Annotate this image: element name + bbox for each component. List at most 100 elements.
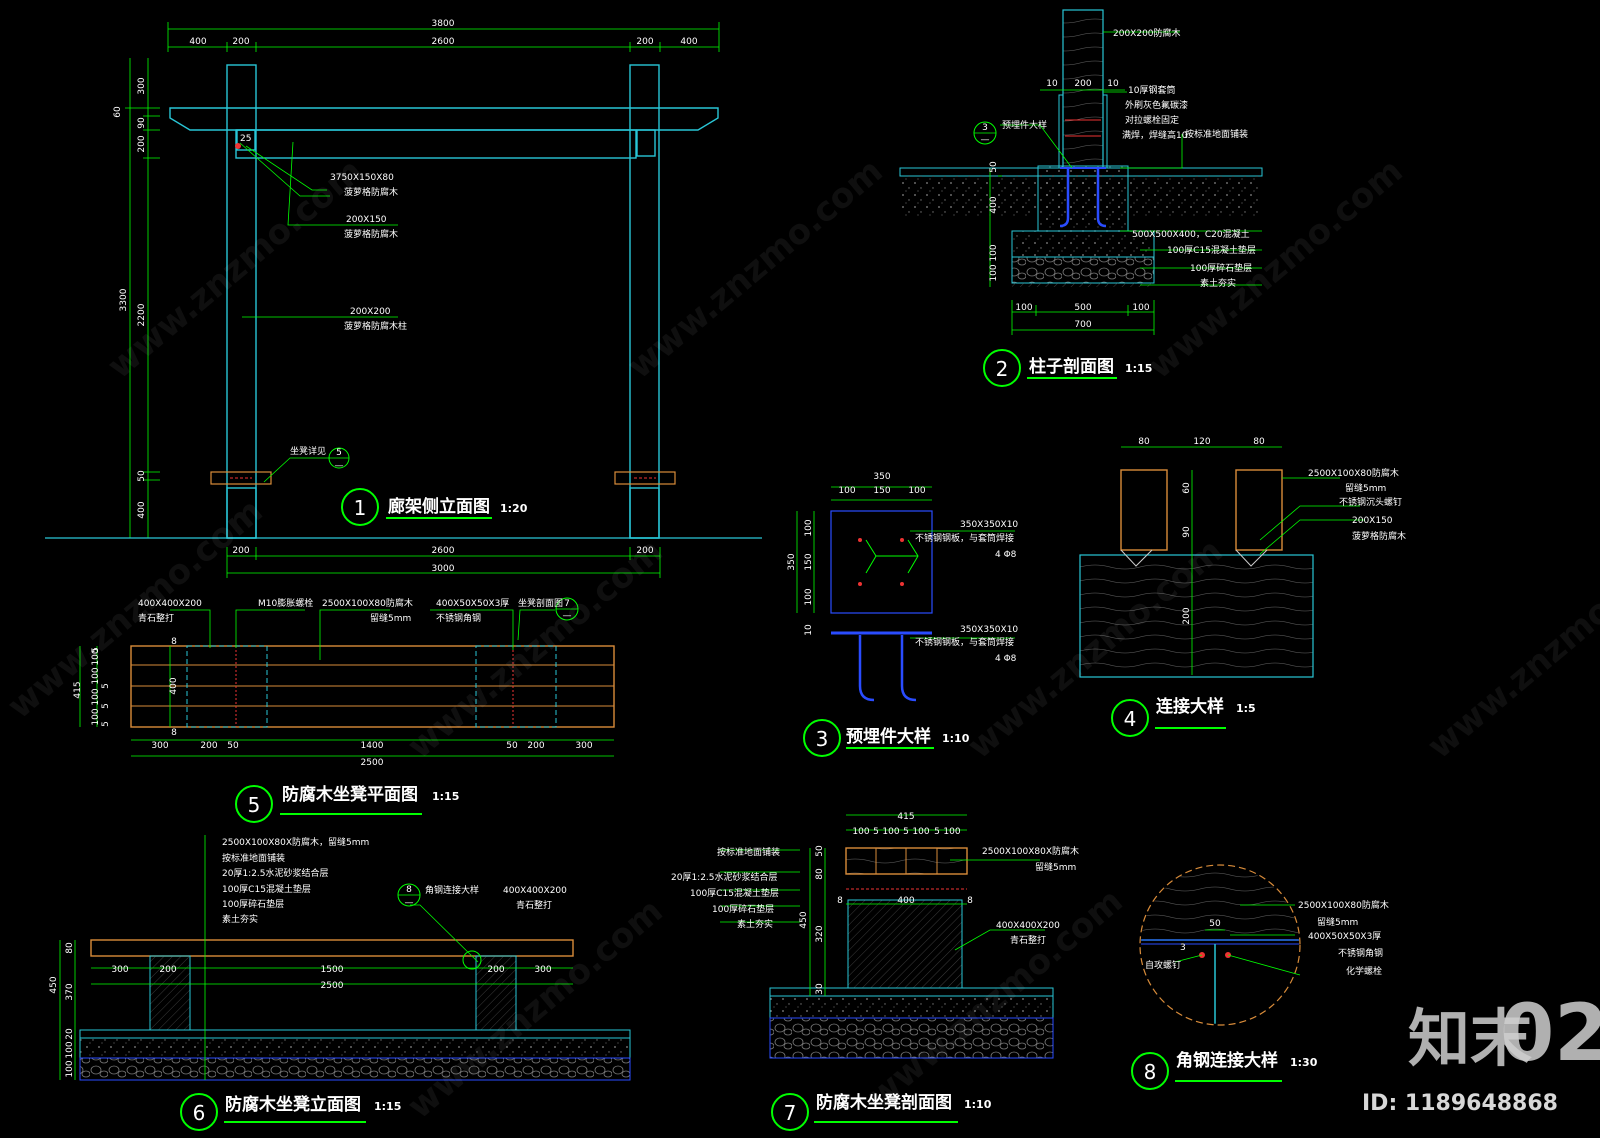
v8-note: 自攻螺钉 [1145,959,1181,971]
v3-dim-total: 350 [787,553,797,570]
v6-note: 100厚碎石垫层 [222,898,284,910]
view-3-embedded-parts [796,486,1015,702]
v7-dim: 8 [837,896,843,906]
v5-dim: 5 [101,721,111,727]
view-1-side-elevation [45,22,762,578]
v1-dim: 2600 [432,37,455,47]
view-8-angle-steel-detail [1139,864,1301,1026]
v7-note-left: 100厚碎石垫层 [712,903,774,915]
v3-dim: 150 [873,486,890,496]
v7-dim: 100 [882,827,899,837]
v5-dim: 5 [101,683,111,689]
v2-number: 2 [996,357,1009,381]
v8-dim: 50 [1209,919,1221,929]
view-6-bench-elevation [59,835,631,1081]
v7-dim-total: 450 [799,911,809,928]
v4-note: 不锈钢沉头螺钉 [1339,496,1402,508]
v3-dim: 100 [908,486,925,496]
v2-dim: 100 [989,244,999,261]
v6-dim: 80 [65,942,75,954]
v4-note: 200X150 [1352,516,1393,526]
v1-frame [169,64,719,539]
v6-dim: 370 [65,983,75,1000]
v7-note-left: 100厚C15混凝土垫层 [690,887,779,899]
v5-scale: 1:15 [432,790,459,803]
v2-dim: 10 [1046,79,1058,89]
v2-dim: 400 [989,196,999,213]
v6-note: 按标准地面铺装 [222,852,285,864]
v7-scale: 1:10 [964,1098,992,1111]
v3-dim: 10 [804,624,814,636]
v3-number: 3 [816,727,829,751]
v7-note-left: 素土夯实 [737,918,773,930]
v4-note: 菠萝格防腐木 [1352,530,1406,542]
v7-dim: 320 [815,925,825,942]
v5-dim-total: 2500 [361,758,384,768]
v4-dim: 60 [1182,482,1192,494]
v1-dim: 2600 [432,546,455,556]
v2-top-note: 200X200防腐木 [1113,27,1181,39]
v5-note-b: 留缝5mm [370,612,411,624]
v1-dim: 400 [189,37,206,47]
v4-scale: 1:5 [1236,702,1256,715]
v2-dim: 100 [1015,303,1032,313]
v6-stone-a: 400X400X200 [503,886,567,896]
v1-dim: 400 [680,37,697,47]
v7-dim: 30 [815,983,825,995]
v6-stone-b: 青石整打 [516,899,552,911]
v5-dim: 8 [171,637,177,647]
v5-dim: 400 [169,677,179,694]
v7-number: 7 [784,1101,797,1125]
v4-dim: 80 [1138,437,1150,447]
v5-dim: 100 [91,708,101,725]
v2-ref-num: 3 [982,123,988,133]
watermark-text: www.znzmo.com [400,891,670,1127]
v8-number: 8 [1144,1060,1157,1084]
v6-dim: 200 [159,965,176,975]
v8-note: 留缝5mm [1317,916,1358,928]
v8-note: 400X50X50X3厚 [1308,931,1381,942]
v1-note-b: 菠萝格防腐木柱 [344,320,407,332]
v3-title: 预埋件大样 [846,726,931,747]
v5-dim: 8 [171,728,177,738]
v7-dim: 5 [903,827,909,837]
v1-note-b: 菠萝格防腐木 [344,228,398,240]
v5-dim: 5 [101,703,111,709]
v7-note-left: 20厚1:2.5水泥砂浆结合层 [671,871,778,883]
v2-note: 对拉螺栓固定 [1125,114,1179,126]
v2-dim: 200 [1074,79,1091,89]
v4-dim: 120 [1193,437,1210,447]
v2-note: 100厚C15混凝土垫层 [1167,244,1256,256]
v8-title: 角钢连接大样 [1176,1050,1278,1071]
v3-note: 4 Φ8 [995,550,1017,560]
v1-ref-num: 5 [336,448,342,458]
v7-dim: 100 [943,827,960,837]
v8-scale: 1:30 [1290,1056,1318,1069]
v3-note: 350X350X10 [960,520,1018,530]
v5-note-b: 不锈钢角钢 [436,612,481,624]
v2-note: 满焊，焊缝高10 [1122,129,1188,141]
v1-dim: 200 [636,37,653,47]
v5-dim: 50 [506,741,518,751]
v8-note: 化学螺栓 [1346,965,1382,977]
v3-note: 350X350X10 [960,625,1018,635]
v5-dim: 50 [227,741,239,751]
v6-dim-total: 2500 [321,981,344,991]
v7-dim: 100 [912,827,929,837]
v1-title: 廊架侧立面图 [388,496,490,517]
v3-dim: 150 [804,553,814,570]
v6-note: 2500X100X80X防腐木，留缝5mm [222,836,369,848]
v1-dim: 400 [137,501,147,518]
v6-dim: 100 [65,1060,75,1077]
v7-dim: 5 [873,827,879,837]
v4-dim: 80 [1253,437,1265,447]
v7-dim: 50 [815,845,825,857]
v2-note: 500X500X400，C20混凝土 [1132,228,1250,240]
v6-dim: 1500 [321,965,344,975]
v2-ref-sub: — [981,135,990,145]
v1-ref-label: 坐凳详见 [290,445,326,457]
v7-dim: 400 [897,896,914,906]
v6-dim: 20 [65,1028,75,1040]
v6-dim: 200 [487,965,504,975]
v7-note-right-a: 2500X100X80X防腐木 [982,845,1079,857]
